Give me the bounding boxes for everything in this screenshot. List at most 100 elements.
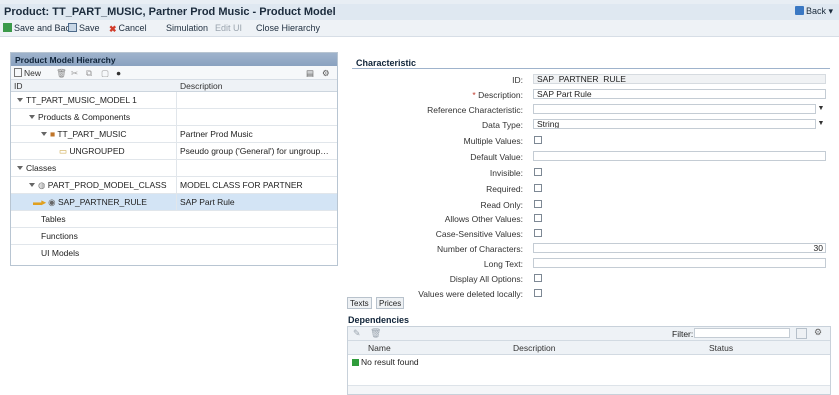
- tab-texts[interactable]: Texts: [347, 297, 372, 309]
- export-icon[interactable]: ▤: [306, 68, 314, 79]
- tree-row[interactable]: Tables: [11, 211, 337, 228]
- paste-icon[interactable]: ▢: [101, 68, 109, 79]
- dropdown-arrow-icon[interactable]: ▼: [816, 119, 826, 129]
- tree-row[interactable]: Classes: [11, 160, 337, 177]
- tree-row-id: UNGROUPED: [69, 146, 125, 156]
- default-value-field[interactable]: [533, 151, 826, 161]
- required-checkbox[interactable]: [534, 184, 542, 192]
- column-name: Name: [368, 343, 391, 353]
- id-field: SAP_PARTNER_RULE: [533, 74, 826, 84]
- filter-input[interactable]: [694, 328, 790, 338]
- save-label: Save: [79, 23, 100, 33]
- tree-row-selected[interactable]: ▬▸ ◉ SAP_PARTNER_RULE SAP Part Rule: [11, 194, 337, 211]
- expand-icon[interactable]: [17, 98, 23, 102]
- hierarchy-panel: Product Model Hierarchy New 🗑 ✂ ⧉ ▢ ● ▤ …: [10, 52, 338, 266]
- empty-row: No result found: [348, 355, 830, 369]
- multiple-values-checkbox[interactable]: [534, 136, 542, 144]
- data-type-select[interactable]: String: [533, 119, 816, 129]
- required-label: Required:: [486, 184, 523, 194]
- hierarchy-toolbar: New 🗑 ✂ ⧉ ▢ ● ▤ ⚙: [11, 66, 337, 80]
- read-only-checkbox[interactable]: [534, 200, 542, 208]
- read-only-label: Read Only:: [480, 200, 523, 210]
- tree-row-description: SAP Part Rule: [180, 197, 235, 207]
- collapse-icon[interactable]: ●: [116, 68, 121, 78]
- tree-row[interactable]: ◍ PART_PROD_MODEL_CLASS MODEL CLASS FOR …: [11, 177, 337, 194]
- delete-icon[interactable]: 🗑: [56, 68, 67, 79]
- dependencies-toolbar: ✎ 🗑 Filter: ⚙: [348, 327, 830, 341]
- default-value-label: Default Value:: [470, 152, 523, 162]
- new-button[interactable]: New: [14, 68, 41, 78]
- tree-row[interactable]: ■ TT_PART_MUSIC Partner Prod Music: [11, 126, 337, 143]
- save-and-back-button[interactable]: Save and Back: [3, 23, 75, 33]
- expand-icon[interactable]: [17, 166, 23, 170]
- main-toolbar: Save and Back Save ✖ Cancel Simulation Ed…: [0, 20, 839, 37]
- invisible-label: Invisible:: [489, 168, 523, 178]
- title-bar: Product: TT_PART_MUSIC, Partner Prod Mus…: [0, 4, 839, 21]
- description-label-text: Description:: [478, 90, 523, 100]
- tree-row-id: Classes: [26, 163, 57, 173]
- characteristic-title: Characteristic: [356, 58, 417, 68]
- cancel-label: Cancel: [118, 23, 147, 33]
- expand-icon[interactable]: [29, 183, 35, 187]
- copy-icon[interactable]: ⧉: [86, 68, 92, 79]
- tree-row[interactable]: TT_PART_MUSIC_MODEL 1: [11, 92, 337, 109]
- hierarchy-title: Product Model Hierarchy: [11, 53, 337, 66]
- tab-prices[interactable]: Prices: [376, 297, 405, 309]
- close-hierarchy-button[interactable]: Close Hierarchy: [256, 23, 320, 33]
- back-button[interactable]: Back ▾: [794, 6, 833, 17]
- tree-row-description: Partner Prod Music: [180, 129, 253, 139]
- tree-row-id: PART_PROD_MODEL_CLASS: [47, 180, 167, 190]
- display-all-options-checkbox[interactable]: [534, 274, 542, 282]
- description-label: * Description:: [343, 90, 523, 100]
- edit-ui-button: Edit UI: [215, 23, 243, 33]
- tree-row[interactable]: UI Models: [11, 245, 337, 261]
- horizontal-scrollbar[interactable]: [348, 385, 830, 394]
- dropdown-arrow-icon[interactable]: ▼: [816, 104, 826, 114]
- expand-icon[interactable]: [41, 132, 47, 136]
- reference-characteristic-field[interactable]: [533, 104, 816, 114]
- delete-icon[interactable]: 🗑: [370, 328, 381, 339]
- allows-other-values-checkbox[interactable]: [534, 214, 542, 222]
- reference-characteristic-label: Reference Characteristic:: [427, 105, 523, 115]
- tree-row-id: SAP_PARTNER_RULE: [57, 197, 147, 207]
- allows-other-values-label: Allows Other Values:: [444, 214, 523, 224]
- case-sensitive-label: Case-Sensitive Values:: [435, 229, 523, 239]
- column-id: ID: [14, 81, 23, 91]
- tree-row[interactable]: Products & Components: [11, 109, 337, 126]
- save-and-back-icon: [3, 23, 12, 32]
- product-icon: ■: [50, 129, 56, 139]
- filter-apply-icon[interactable]: [796, 328, 807, 339]
- tree-row[interactable]: Functions: [11, 228, 337, 245]
- folder-icon: ▭: [59, 146, 68, 156]
- tree-row-id: TT_PART_MUSIC: [57, 129, 127, 139]
- tree-row-description: Pseudo group ('General') for ungrouped .…: [180, 146, 330, 156]
- new-icon: [14, 68, 22, 77]
- description-field[interactable]: SAP Part Rule: [533, 89, 826, 99]
- edit-icon[interactable]: ✎: [353, 328, 361, 339]
- tree-row[interactable]: ▭ UNGROUPED Pseudo group ('General') for…: [11, 143, 337, 160]
- empty-text: No result found: [361, 357, 419, 367]
- tree-row-id: Tables: [41, 214, 66, 224]
- column-status: Status: [709, 343, 734, 353]
- expand-icon[interactable]: [29, 115, 35, 119]
- save-button[interactable]: Save: [68, 23, 100, 33]
- page-title: Product: TT_PART_MUSIC, Partner Prod Mus…: [4, 6, 336, 18]
- tree-row-id: TT_PART_MUSIC_MODEL 1: [26, 95, 137, 105]
- dependencies-column-header: Name Description Status: [348, 341, 830, 355]
- cut-icon[interactable]: ✂: [71, 68, 78, 79]
- long-text-field[interactable]: [533, 258, 826, 268]
- number-of-characters-field[interactable]: 30: [533, 243, 826, 253]
- data-type-label: Data Type:: [482, 120, 523, 130]
- section-divider: [352, 68, 830, 69]
- settings-icon[interactable]: ⚙: [322, 68, 330, 79]
- column-description: Description: [180, 81, 223, 91]
- values-deleted-checkbox[interactable]: [534, 289, 542, 297]
- invisible-checkbox[interactable]: [534, 168, 542, 176]
- cancel-button[interactable]: ✖ Cancel: [109, 23, 147, 34]
- simulation-button[interactable]: Simulation: [166, 23, 208, 33]
- cancel-icon: ✖: [109, 24, 117, 34]
- settings-icon[interactable]: ⚙: [814, 327, 822, 338]
- id-label: ID:: [512, 75, 523, 85]
- tree-row-id: Products & Components: [38, 112, 131, 122]
- case-sensitive-checkbox[interactable]: [534, 229, 542, 237]
